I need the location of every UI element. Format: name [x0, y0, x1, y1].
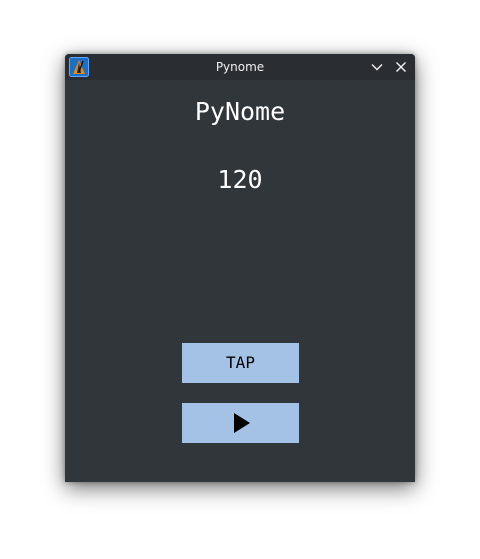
app-name-heading: PyNome: [194, 97, 286, 126]
tempo-value: 120: [217, 165, 263, 194]
title-bar[interactable]: Pynome: [65, 54, 415, 80]
play-icon: [234, 413, 250, 433]
app-window: Pynome PyNome 120 TAP: [65, 54, 415, 482]
window-title: Pynome: [215, 60, 265, 74]
chevron-down-icon[interactable]: [369, 59, 385, 75]
play-button[interactable]: [182, 403, 299, 443]
close-icon[interactable]: [393, 59, 409, 75]
tap-button[interactable]: TAP: [182, 343, 299, 383]
